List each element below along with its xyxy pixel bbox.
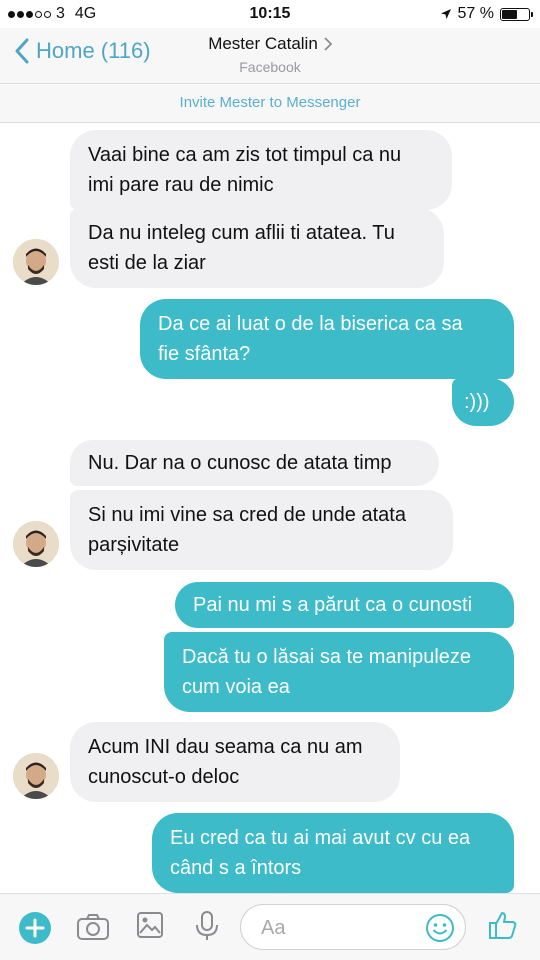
message-bubble-incoming[interactable]: Nu. Dar na o cunosc de atata timp: [70, 440, 439, 486]
message-text: Da ce ai luat o de la biserica ca sa: [158, 313, 463, 335]
gallery-button[interactable]: [136, 911, 164, 944]
message-input[interactable]: Aa: [240, 904, 466, 950]
avatar[interactable]: [13, 753, 59, 799]
invite-banner[interactable]: Invite Mester to Messenger: [0, 85, 540, 123]
image-icon: [137, 912, 163, 938]
voice-button[interactable]: [194, 910, 220, 947]
contact-name: Mester Catalin: [208, 34, 318, 53]
message-text: imi pare rau de nimic: [88, 174, 274, 196]
message-text: Eu cred ca tu ai mai avut cv cu ea: [170, 827, 471, 849]
message-bubble-outgoing[interactable]: Da ce ai luat o de la biserica ca sa fie…: [140, 299, 514, 379]
battery-percent: 57 %: [457, 5, 494, 22]
avatar[interactable]: [13, 239, 59, 285]
contact-title[interactable]: Mester Catalin Facebook: [0, 34, 540, 75]
message-bubble-outgoing[interactable]: Eu cred ca tu ai mai avut cv cu ea când …: [152, 813, 514, 893]
thumbs-up-icon: [489, 912, 517, 939]
contact-subtitle: Facebook: [239, 59, 301, 75]
message-bubble-incoming[interactable]: Si nu imi vine sa cred de unde atata par…: [70, 490, 453, 570]
status-bar: 3 4G 10:15 57 %: [0, 0, 540, 28]
message-bubble-outgoing[interactable]: :))): [452, 378, 514, 426]
battery-icon: [500, 7, 533, 21]
message-bubble-outgoing[interactable]: Dacă tu o lăsai sa te manipuleze cum voi…: [164, 632, 514, 712]
message-text: fie sfânta?: [158, 343, 251, 365]
chevron-right-icon: [324, 37, 332, 51]
message-text: esti de la ziar: [88, 252, 206, 274]
add-button[interactable]: [18, 911, 52, 950]
avatar[interactable]: [13, 521, 59, 567]
message-text: cunoscut-o deloc: [88, 766, 240, 788]
microphone-icon: [196, 911, 218, 940]
message-text: când s a întors: [170, 857, 302, 879]
message-bubble-incoming[interactable]: Da nu inteleg cum aflii ti atatea. Tu es…: [70, 208, 444, 288]
message-text: Da nu inteleg cum aflii ti atatea. Tu: [88, 222, 395, 244]
message-text: cum voia ea: [182, 676, 290, 698]
message-bubble-outgoing[interactable]: Pai nu mi s a părut ca o cunosti: [175, 582, 514, 628]
plus-icon: [19, 912, 51, 944]
message-text: Acum INI dau seama ca nu am: [88, 736, 363, 758]
message-text: parșivitate: [88, 534, 180, 556]
camera-button[interactable]: [76, 913, 110, 946]
camera-icon: [77, 914, 109, 940]
message-bubble-incoming[interactable]: Acum INI dau seama ca nu am cunoscut-o d…: [70, 722, 400, 802]
message-list[interactable]: Vaai bine ca am zis tot timpul ca nu imi…: [0, 123, 540, 893]
emoji-icon[interactable]: [425, 913, 455, 943]
message-text: :))): [464, 391, 490, 413]
location-arrow-icon: [440, 9, 451, 19]
message-bubble-incoming[interactable]: Vaai bine ca am zis tot timpul ca nu imi…: [70, 130, 452, 210]
like-button[interactable]: [486, 909, 518, 946]
message-text: Vaai bine ca am zis tot timpul ca nu: [88, 144, 402, 166]
message-input-placeholder: Aa: [261, 917, 286, 939]
message-text: Dacă tu o lăsai sa te manipuleze: [182, 646, 472, 668]
message-text: Pai nu mi s a părut ca o cunosti: [193, 594, 473, 616]
message-text: Si nu imi vine sa cred de unde atata: [88, 504, 406, 526]
conversation-header: Home (116) Mester Catalin Facebook: [0, 28, 540, 84]
message-text: Nu. Dar na o cunosc de atata timp: [88, 452, 392, 474]
composer-toolbar: Aa: [0, 893, 540, 960]
